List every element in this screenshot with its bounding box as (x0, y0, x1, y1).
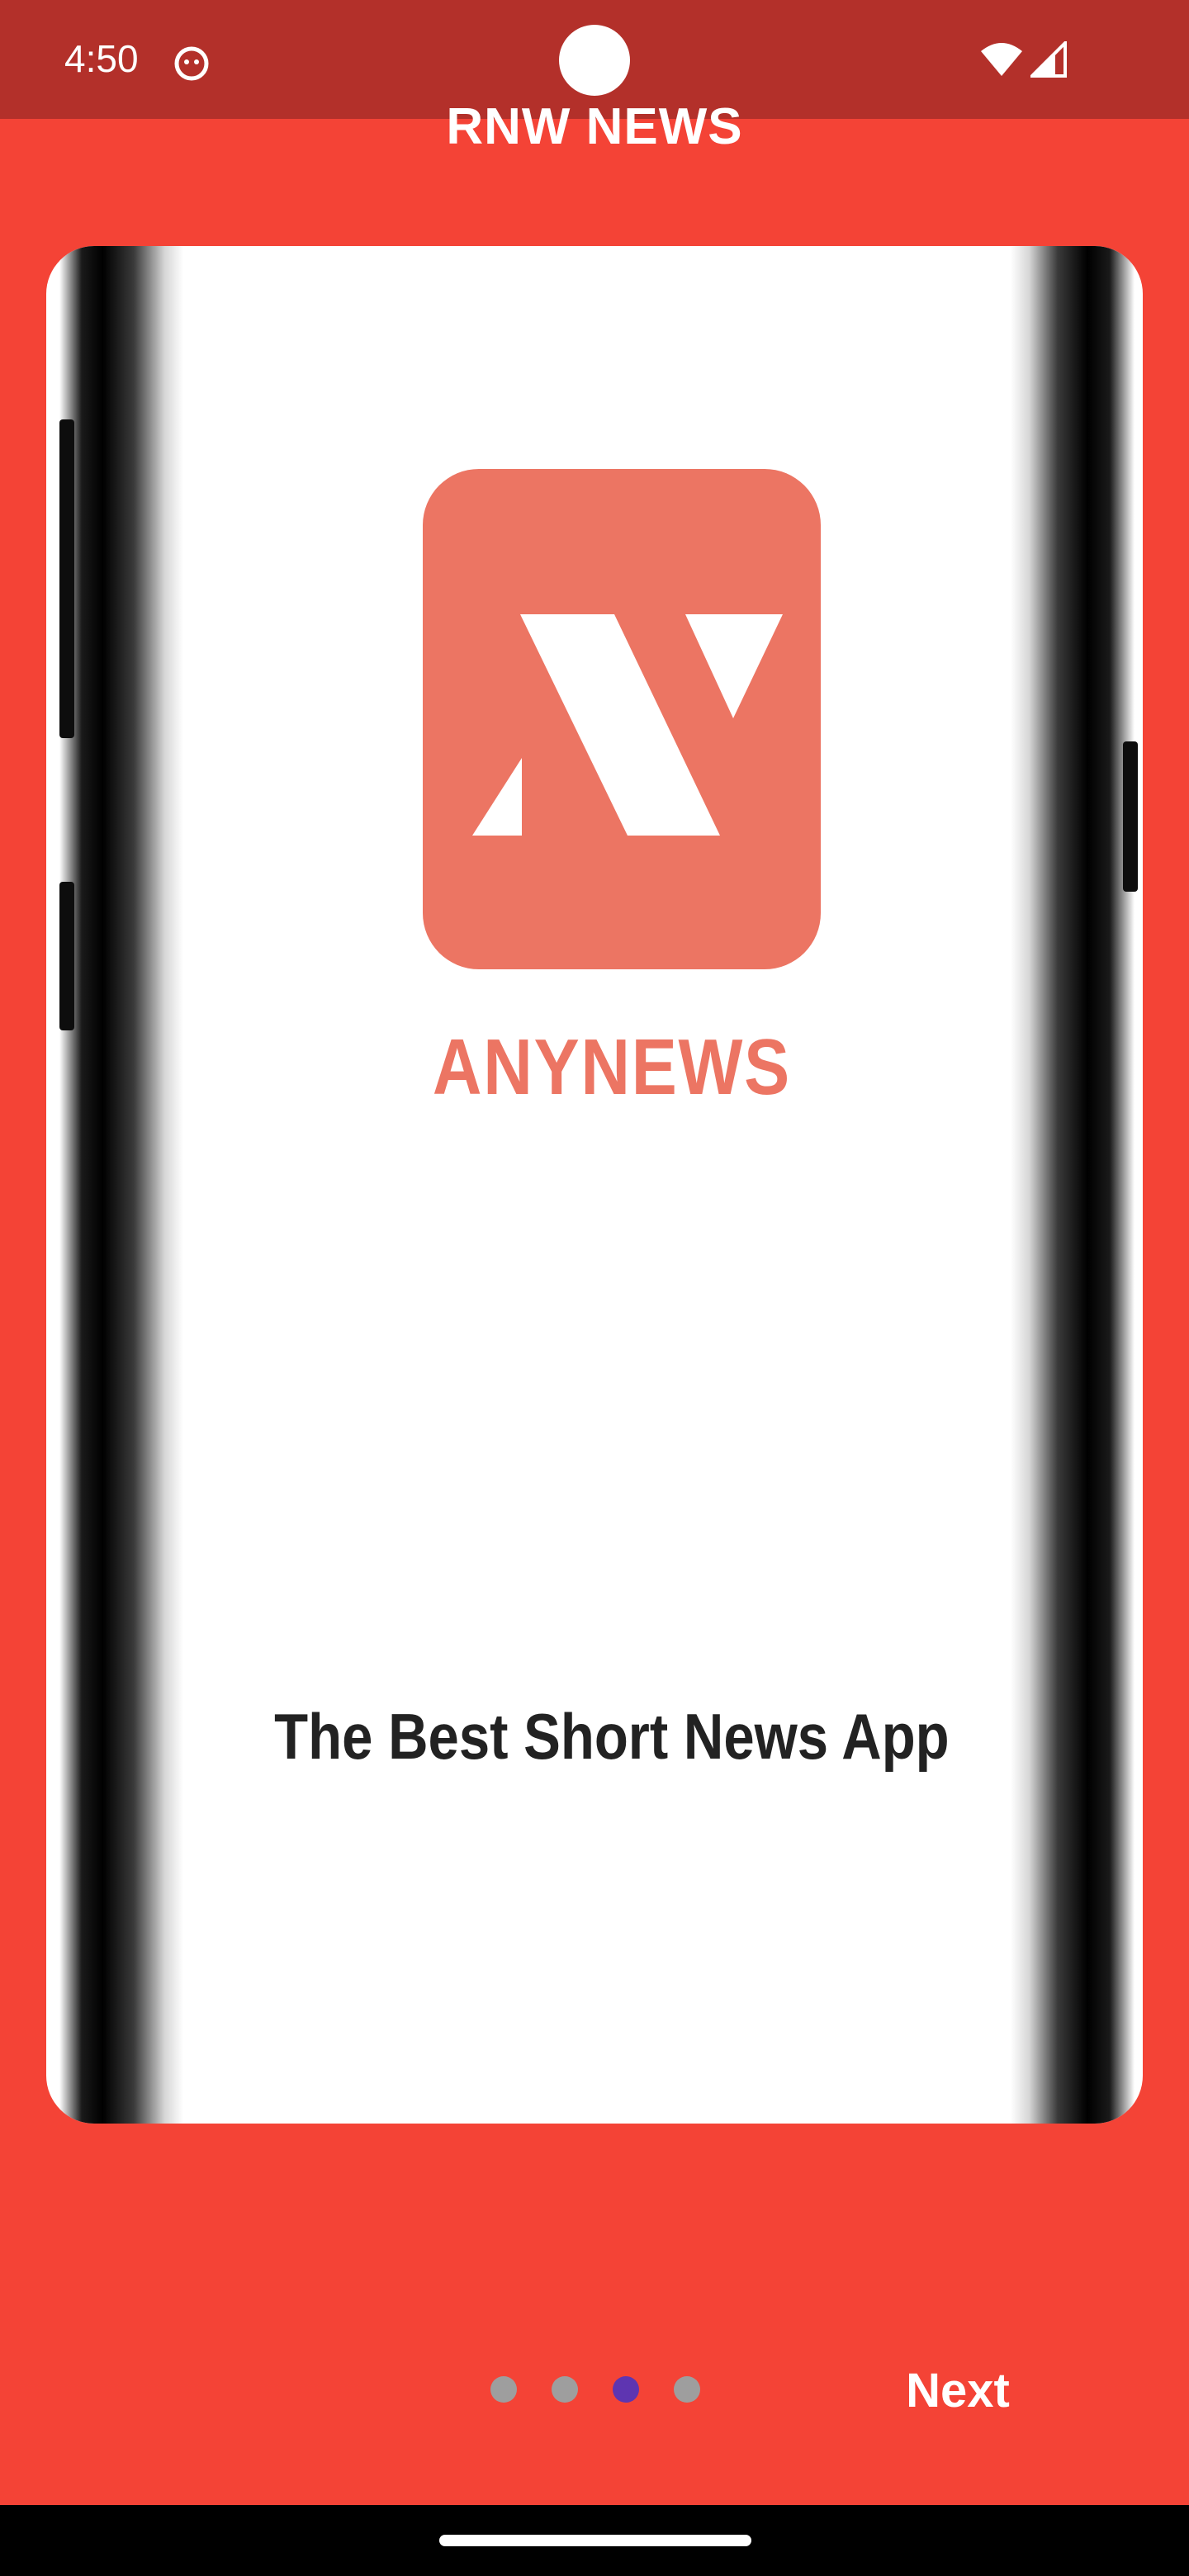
camera-cutout (559, 25, 630, 96)
slide-tagline: The Best Short News App (274, 1700, 950, 1773)
cellular-signal-icon (1028, 39, 1067, 78)
app-notification-icon (173, 45, 210, 81)
onboarding-screen: 4:50 RNW NEWS ANYNEWS The Best Short New… (0, 0, 1189, 2576)
next-button[interactable]: Next (875, 2358, 1040, 2424)
page-dot[interactable] (552, 2376, 578, 2403)
phone-side-button (1123, 741, 1138, 892)
home-gesture-handle[interactable] (439, 2535, 751, 2546)
phone-side-button (59, 882, 74, 1030)
phone-side-button (59, 419, 74, 738)
anynews-logo-icon (423, 469, 821, 969)
navigation-bar (0, 2505, 1189, 2576)
page-dot[interactable] (674, 2376, 700, 2403)
brand-name: ANYNEWS (432, 1023, 791, 1111)
page-dot-active[interactable] (613, 2376, 639, 2403)
onboarding-slide-image: ANYNEWS The Best Short News App (46, 246, 1143, 2124)
app-title: RNW NEWS (446, 98, 743, 155)
page-dot[interactable] (490, 2376, 517, 2403)
status-time: 4:50 (64, 37, 139, 80)
page-indicator (490, 2376, 700, 2403)
phone-frame-left-edge (59, 246, 183, 2124)
wifi-icon (979, 41, 1024, 78)
phone-frame-right-edge (1011, 246, 1135, 2124)
